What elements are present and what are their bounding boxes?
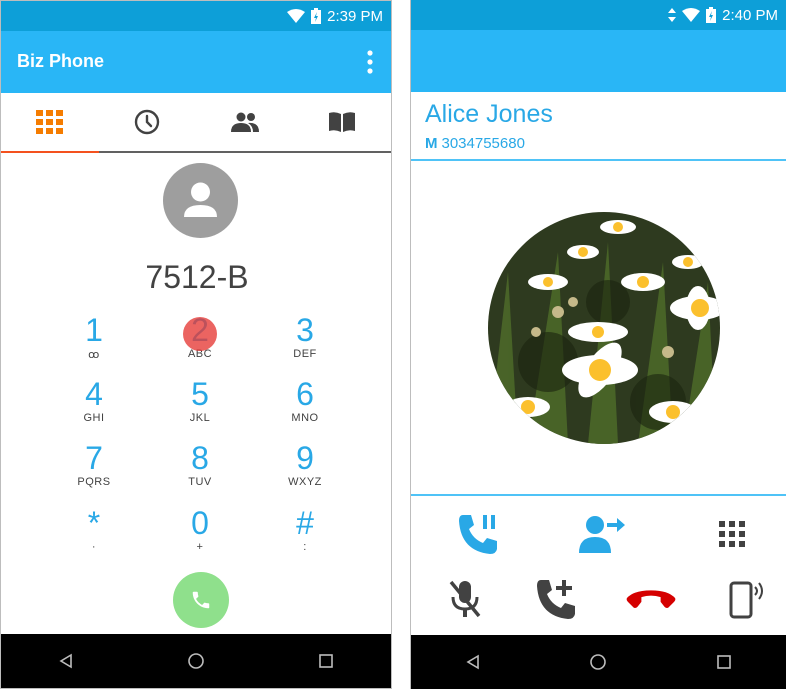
directory-book-icon: [329, 112, 356, 132]
data-arrows-icon: [668, 8, 677, 22]
mute-icon: [449, 580, 481, 618]
phone-icon: [192, 591, 210, 609]
key-7[interactable]: 7 PQRS: [44, 442, 144, 488]
key-letters: PQRS: [77, 476, 111, 488]
status-time: 2:39 PM: [327, 7, 383, 25]
key-letters: +: [196, 541, 204, 553]
keypad-button[interactable]: [707, 511, 757, 557]
status-time: 2:40 PM: [722, 6, 778, 24]
tab-dialpad[interactable]: [1, 93, 99, 153]
key-6[interactable]: 6 MNO: [255, 378, 355, 424]
home-icon[interactable]: [187, 652, 205, 670]
call-button[interactable]: [173, 572, 229, 628]
wifi-icon: [287, 9, 306, 23]
back-icon[interactable]: [58, 653, 74, 669]
divider: [411, 494, 786, 496]
tab-directory[interactable]: [294, 93, 392, 151]
hold-icon: [459, 515, 497, 554]
key-digit: 0: [191, 505, 209, 541]
end-call-button[interactable]: [626, 576, 676, 622]
key-digit: 9: [296, 440, 314, 476]
key-letters: GHI: [83, 412, 105, 424]
app-title: Biz Phone: [17, 51, 105, 71]
key-9[interactable]: 9 WXYZ: [255, 442, 355, 488]
dialed-number: 7512-B: [145, 259, 249, 295]
tab-contacts[interactable]: [196, 93, 294, 151]
transfer-button[interactable]: [576, 511, 626, 557]
key-digit: 8: [191, 440, 209, 476]
device-audio-button[interactable]: [722, 576, 772, 622]
contact-photo: [488, 212, 720, 444]
system-nav-bar: [1, 634, 391, 688]
phone-number: 3034755680: [441, 135, 525, 152]
key-1[interactable]: 1ꝏ: [44, 314, 144, 361]
key-digit: #: [296, 505, 314, 541]
key-3[interactable]: 3 DEF: [255, 314, 355, 360]
number-type: M: [425, 135, 438, 152]
contact-number: M 3034755680: [425, 135, 525, 152]
keypad-icon: [719, 521, 745, 547]
recent-calls-icon: [135, 109, 160, 135]
key-letters: MNO: [291, 412, 319, 424]
transfer-icon: [579, 516, 625, 553]
key-digit: 4: [85, 376, 103, 412]
wifi-icon: [682, 8, 701, 22]
key-digit: 6: [296, 376, 314, 412]
contacts-icon: [230, 112, 259, 132]
key-digit: *: [87, 505, 101, 541]
key-5[interactable]: 5 JKL: [150, 378, 250, 424]
end-call-icon: [626, 590, 676, 608]
person-icon: [184, 182, 217, 217]
key-digit: 5: [191, 376, 209, 412]
speaker-device-icon: [729, 581, 763, 619]
add-call-button[interactable]: [531, 576, 581, 622]
home-icon[interactable]: [589, 653, 607, 671]
key-hash[interactable]: #:: [255, 507, 355, 553]
status-bar: 2:40 PM: [411, 0, 786, 30]
status-bar: 2:39 PM: [1, 1, 391, 31]
in-call-screen: 2:40 PM Alice Jones M 3034755680: [410, 0, 786, 689]
overflow-menu-icon[interactable]: [365, 49, 375, 75]
touch-indicator: [183, 317, 217, 351]
key-letters: ꝏ: [88, 349, 100, 361]
key-8[interactable]: 8 TUV: [150, 442, 250, 488]
dialer-screen: 2:39 PM Biz Phone 7512-B 1 ꝏ ABC 3 DEF 4…: [0, 0, 392, 689]
dialpad-icon: [35, 110, 63, 134]
key-star[interactable]: * ·: [44, 507, 144, 553]
battery-charging-icon: [706, 7, 717, 23]
divider: [411, 159, 786, 161]
key-letters: JKL: [189, 412, 211, 424]
key-letters: DEF: [293, 348, 317, 360]
hold-button[interactable]: [454, 511, 504, 557]
key-digit: 7: [85, 440, 103, 476]
mute-button[interactable]: [440, 576, 490, 622]
daisies-photo: [488, 212, 720, 444]
battery-charging-icon: [311, 8, 322, 24]
back-icon[interactable]: [465, 654, 481, 670]
system-nav-bar: [411, 635, 786, 689]
key-digit: 1: [85, 312, 103, 348]
key-letters: WXYZ: [288, 476, 322, 488]
caller-avatar: [163, 163, 238, 238]
app-bar: Biz Phone: [1, 31, 391, 93]
key-letters: :: [303, 541, 307, 553]
key-0[interactable]: 0 +: [150, 507, 250, 553]
key-letters: TUV: [188, 476, 212, 488]
contact-name: Alice Jones: [425, 100, 553, 128]
recents-icon[interactable]: [716, 654, 732, 670]
add-call-icon: [537, 580, 575, 619]
dialer-tabs: [1, 93, 391, 153]
tab-recents[interactable]: [99, 93, 197, 151]
app-bar: [411, 30, 786, 92]
key-digit: 3: [296, 312, 314, 348]
recents-icon[interactable]: [318, 653, 334, 669]
key-4[interactable]: 4 GHI: [44, 378, 144, 424]
key-letters: ·: [91, 541, 97, 553]
